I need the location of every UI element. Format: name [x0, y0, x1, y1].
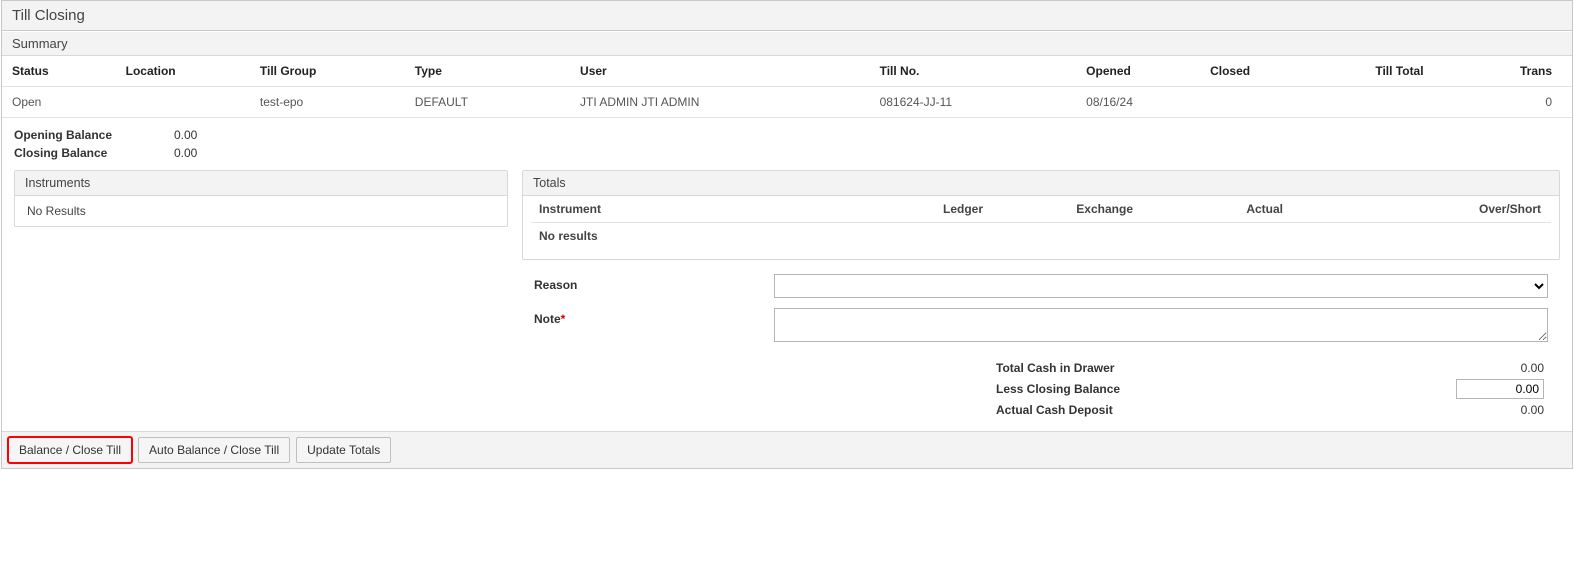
summary-header-row: Status Location Till Group Type User Til…: [2, 56, 1572, 87]
col-type: Type: [405, 56, 570, 87]
total-cash-drawer-value: 0.00: [1456, 361, 1546, 375]
auto-balance-close-till-button[interactable]: Auto Balance / Close Till: [138, 437, 290, 463]
val-closed: [1200, 87, 1365, 118]
total-cash-drawer-label: Total Cash in Drawer: [996, 361, 1456, 375]
val-till-no: 081624-JJ-11: [870, 87, 1077, 118]
cash-section: Total Cash in Drawer 0.00 Less Closing B…: [522, 351, 1560, 431]
actual-cash-deposit-label: Actual Cash Deposit: [996, 403, 1456, 417]
summary-table: Status Location Till Group Type User Til…: [2, 56, 1572, 118]
note-label-text: Note: [534, 312, 561, 326]
col-status: Status: [2, 56, 116, 87]
totals-panel: Totals Instrument Ledger Exchange Actual…: [522, 170, 1560, 260]
col-trans: Trans: [1489, 56, 1572, 87]
col-till-no: Till No.: [870, 56, 1077, 87]
note-textarea[interactable]: [774, 308, 1548, 342]
val-trans: 0: [1489, 87, 1572, 118]
summary-data-row: Open test-epo DEFAULT JTI ADMIN JTI ADMI…: [2, 87, 1572, 118]
note-required-mark: *: [561, 312, 566, 326]
val-opened: 08/16/24: [1076, 87, 1200, 118]
opening-balance-label: Opening Balance: [14, 128, 174, 142]
less-closing-balance-label: Less Closing Balance: [996, 382, 1456, 396]
tot-col-actual: Actual: [1141, 196, 1291, 223]
closing-balance-value: 0.00: [174, 146, 234, 160]
till-closing-window: Till Closing Summary Status Location Til…: [1, 0, 1573, 469]
less-closing-balance-input[interactable]: [1456, 379, 1544, 399]
totals-no-results: No results: [531, 223, 1551, 250]
opening-balance-value: 0.00: [174, 128, 234, 142]
tot-col-over-short: Over/Short: [1291, 196, 1551, 223]
tot-col-ledger: Ledger: [841, 196, 991, 223]
val-status: Open: [2, 87, 116, 118]
tot-col-exchange: Exchange: [991, 196, 1141, 223]
instruments-heading: Instruments: [15, 171, 507, 196]
val-type: DEFAULT: [405, 87, 570, 118]
col-user: User: [570, 56, 870, 87]
page-title: Till Closing: [2, 1, 1572, 31]
balances-section: Opening Balance 0.00 Closing Balance 0.0…: [2, 118, 1572, 170]
tot-col-instrument: Instrument: [531, 196, 841, 223]
val-till-total: [1365, 87, 1489, 118]
closing-balance-label: Closing Balance: [14, 146, 174, 160]
totals-heading: Totals: [523, 171, 1559, 196]
reason-label: Reason: [534, 274, 774, 292]
balance-close-till-button[interactable]: Balance / Close Till: [8, 437, 132, 463]
reason-select[interactable]: [774, 274, 1548, 298]
col-location: Location: [116, 56, 250, 87]
instruments-no-results: No Results: [15, 196, 507, 226]
col-closed: Closed: [1200, 56, 1365, 87]
col-opened: Opened: [1076, 56, 1200, 87]
actual-cash-deposit-value: 0.00: [1456, 403, 1546, 417]
summary-heading: Summary: [2, 31, 1572, 56]
note-label: Note*: [534, 308, 774, 326]
col-till-total: Till Total: [1365, 56, 1489, 87]
val-location: [116, 87, 250, 118]
totals-table: Instrument Ledger Exchange Actual Over/S…: [531, 196, 1551, 249]
val-user: JTI ADMIN JTI ADMIN: [570, 87, 870, 118]
update-totals-button[interactable]: Update Totals: [296, 437, 391, 463]
val-till-group: test-epo: [250, 87, 405, 118]
form-area: Reason Note*: [522, 260, 1560, 351]
footer-toolbar: Balance / Close Till Auto Balance / Clos…: [2, 431, 1572, 468]
instruments-panel: Instruments No Results: [14, 170, 508, 227]
col-till-group: Till Group: [250, 56, 405, 87]
